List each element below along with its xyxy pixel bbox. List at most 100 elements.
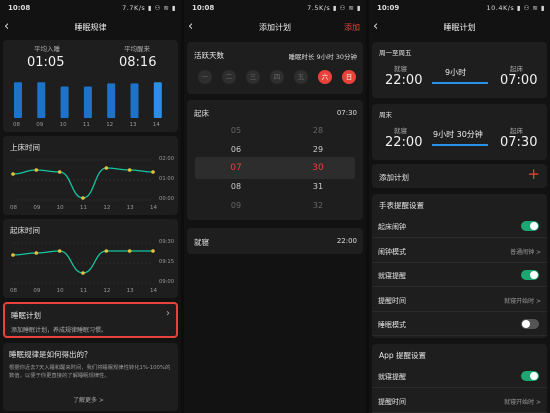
setting-label: 睡眠模式: [378, 321, 406, 329]
setting-value[interactable]: 就寝开始时 >: [504, 296, 541, 305]
avg-sleep-label: 平均入睡: [34, 45, 60, 53]
status-time: 10:08: [8, 4, 31, 12]
x-tick-label: 14: [150, 288, 157, 294]
data-point: [151, 249, 155, 253]
chevron-right-icon: ›: [166, 308, 170, 319]
toggle-switch[interactable]: [521, 371, 539, 381]
sleep-value: 22:00: [336, 237, 357, 245]
we-duration-bar: [432, 144, 488, 146]
setting-label: 就寝提醒: [378, 373, 406, 381]
status-icons: 7.7K/s ▮ ⚇ ≋ ▮: [122, 4, 176, 12]
day-toggle-4[interactable]: 四: [270, 70, 284, 84]
minute-option[interactable]: 32: [303, 201, 333, 210]
bar-day-label: 11: [82, 122, 90, 128]
hour-option[interactable]: 09: [221, 201, 251, 210]
we-bed-value: 22:00: [385, 135, 423, 150]
hour-option[interactable]: 06: [221, 145, 251, 154]
risetime-chart-card: 起床时间 09:30 09:15 09:00 08 09 10 11 12 13 14: [3, 219, 178, 298]
bar-day-label: 10: [59, 122, 67, 128]
minute-option[interactable]: 31: [303, 182, 333, 191]
hour-option[interactable]: 08: [221, 182, 251, 191]
day-toggle-3[interactable]: 三: [246, 70, 260, 84]
status-bar: 10:08 7.7K/s ▮ ⚇ ≋ ▮: [0, 0, 181, 16]
wd-bed-value: 22:00: [385, 73, 423, 88]
faq-text: 根据你近去7天入睡和醒来时间，我们将睡眠规律性转化1%-100%的数值，以便于你…: [9, 365, 171, 379]
sleep-bar: [60, 86, 69, 118]
weekday-plan-card[interactable]: 周一至周五 就寝 22:00 9小时 起床 07:00: [372, 42, 547, 98]
faq-title: 睡眠规律是如何得出的？: [9, 350, 92, 359]
setting-row[interactable]: 睡眠模式: [372, 312, 547, 336]
header: ‹ 添加计划 添加: [184, 16, 366, 40]
x-tick-label: 09: [33, 288, 41, 294]
setting-row[interactable]: 就寝提醒: [372, 364, 547, 388]
add-plan-row[interactable]: 添加计划 +: [372, 164, 547, 188]
setting-row[interactable]: 提醒时间 就寝开始时 >: [372, 288, 547, 312]
day-toggle-6[interactable]: 六: [318, 70, 332, 84]
plus-icon[interactable]: +: [527, 165, 540, 183]
avg-sleep-value: 01:05: [27, 55, 65, 70]
average-card: 平均入睡 01:05 平均醒来 08:16 08 09 10 11 12 13 14: [3, 40, 178, 132]
x-tick-label: 08: [10, 205, 17, 211]
setting-row[interactable]: 就寝提醒: [372, 263, 547, 287]
day-toggle-2[interactable]: 二: [222, 70, 236, 84]
y-tick-label: 00:00: [159, 196, 174, 202]
wake-label: 起床: [194, 109, 209, 118]
watch-section-title: 手表提醒设置: [379, 201, 424, 210]
hour-option[interactable]: 07: [221, 163, 251, 173]
risetime-line-chart: [11, 242, 155, 284]
minute-option[interactable]: 30: [303, 163, 333, 173]
setting-row[interactable]: 提醒时间 就寝开始时 >: [372, 389, 547, 413]
day-toggle-1[interactable]: 一: [198, 70, 212, 84]
data-point: [151, 170, 155, 174]
minute-option[interactable]: 29: [303, 145, 333, 154]
series-line: [12, 167, 154, 199]
avg-wake-value: 08:16: [119, 55, 157, 70]
x-tick-label: 13: [126, 288, 134, 294]
sleep-bar-chart: [14, 82, 162, 118]
sleep-bar: [107, 83, 116, 118]
data-point: [81, 271, 85, 275]
status-bar: 10:08 7.5K/s ▮ ⚇ ≋ ▮: [184, 0, 366, 16]
day-toggle-5[interactable]: 五: [294, 70, 308, 84]
weekend-plan-card[interactable]: 周末 就寝 22:00 9小时 30分钟 起床 07:30: [372, 104, 547, 160]
toggle-switch[interactable]: [521, 221, 539, 231]
active-days-label: 活跃天数: [194, 51, 224, 60]
setting-label: 闹钟模式: [378, 247, 406, 256]
active-days-card: 活跃天数 睡眠时长 9小时 30分钟 一二三四五六日: [187, 42, 363, 94]
x-tick-label: 11: [80, 288, 87, 294]
header: ‹ 睡眠规律: [0, 16, 181, 40]
wd-duration: 9小时: [445, 68, 467, 77]
data-point: [11, 172, 15, 176]
x-tick-label: 11: [80, 205, 87, 211]
y-tick-label: 02:00: [159, 156, 174, 162]
sleep-label: 就寝: [194, 238, 209, 247]
setting-value[interactable]: 普通闹钟 >: [510, 247, 541, 256]
sleep-plan-entry[interactable]: 睡眠计划 › 添加睡眠计划，养成规律睡眠习惯。: [3, 302, 178, 338]
faq-card: 睡眠规律是如何得出的？ 根据你近去7天入睡和醒来时间，我们将睡眠规律性转化1%-…: [3, 343, 178, 411]
add-button[interactable]: 添加: [344, 22, 360, 33]
wd-wake-value: 07:00: [500, 73, 538, 88]
data-point: [127, 249, 132, 253]
x-tick-label: 09: [33, 205, 41, 211]
hour-option[interactable]: 05: [221, 126, 251, 135]
bar-day-label: 13: [129, 122, 137, 128]
setting-value[interactable]: 就寝开始时 >: [504, 397, 541, 406]
sleep-bar: [130, 83, 139, 118]
toggle-switch[interactable]: [521, 270, 539, 280]
we-duration: 9小时 30分钟: [433, 130, 483, 139]
x-tick-label: 10: [56, 288, 64, 294]
bar-day-label: 09: [36, 122, 44, 128]
setting-row[interactable]: 起床闹钟: [372, 214, 547, 238]
risetime-title: 起床时间: [10, 226, 40, 235]
setting-label: 提醒时间: [378, 296, 406, 305]
sleep-bar: [37, 82, 46, 118]
toggle-switch[interactable]: [521, 319, 539, 329]
setting-row[interactable]: 闹钟模式 普通闹钟 >: [372, 239, 547, 263]
learn-more-link[interactable]: 了解更多 >: [73, 395, 104, 404]
status-icons: 7.5K/s ▮ ⚇ ≋ ▮: [307, 4, 361, 12]
sleep-bar: [83, 86, 92, 118]
status-bar: 10:09 10.4K/s ▮ ⚇ ≋ ▮: [369, 0, 550, 16]
day-toggle-7[interactable]: 日: [342, 70, 356, 84]
minute-option[interactable]: 28: [303, 126, 333, 135]
bedtime-card[interactable]: 就寝 22:00: [187, 228, 363, 254]
